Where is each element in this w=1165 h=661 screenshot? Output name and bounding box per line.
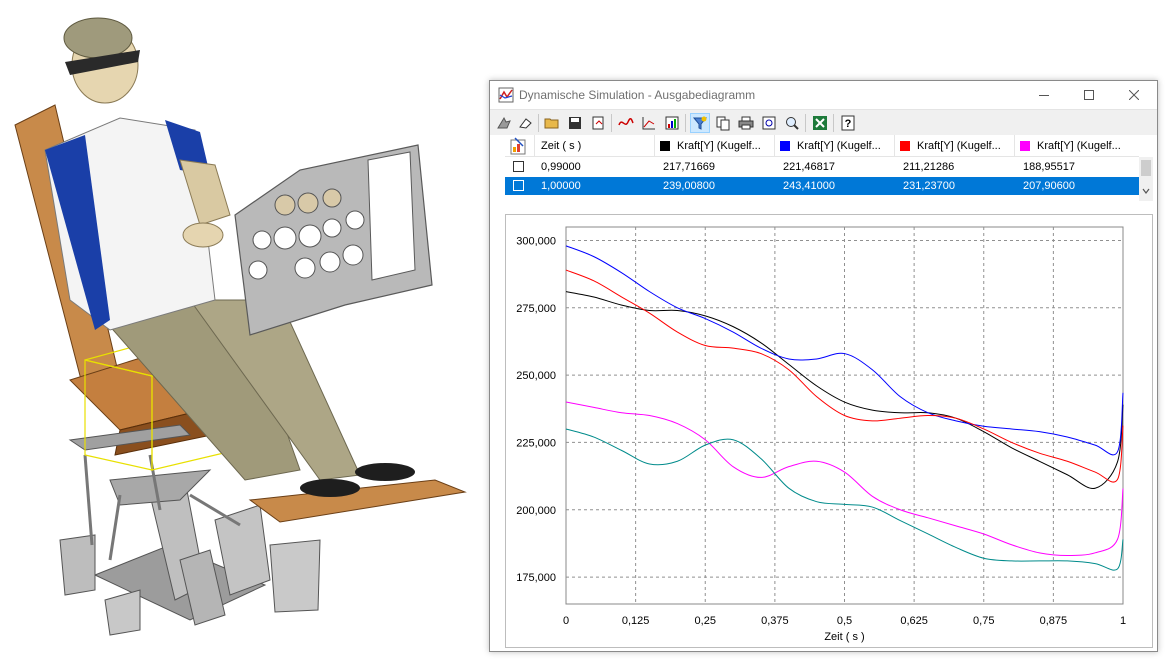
axis-point-icon — [642, 117, 655, 130]
print-button[interactable] — [736, 113, 756, 133]
open-button[interactable] — [542, 113, 562, 133]
eraser-button[interactable] — [515, 113, 535, 133]
zoom-button[interactable] — [782, 113, 802, 133]
excel-export-icon — [813, 116, 827, 130]
column-header-time[interactable]: Zeit ( s ) — [535, 135, 655, 157]
x-tick-label: 0 — [563, 615, 569, 627]
motion-platform — [59, 454, 321, 636]
copy-button[interactable] — [713, 113, 733, 133]
x-axis-label: Zeit ( s ) — [824, 631, 864, 643]
toolbar: ? — [490, 109, 1157, 135]
cell-time: 0,99000 — [541, 161, 581, 173]
x-tick-label: 0,75 — [973, 615, 994, 627]
output-grapher-button[interactable] — [662, 113, 682, 133]
x-tick-label: 0,875 — [1040, 615, 1068, 627]
x-tick-label: 0,125 — [622, 615, 650, 627]
help-icon: ? — [841, 115, 855, 131]
cell-value: 217,71669 — [663, 161, 715, 173]
zoom-fit-icon — [762, 116, 776, 130]
cad-3d-viewport[interactable] — [0, 0, 480, 661]
plot-select-icon — [510, 137, 526, 155]
save-icon — [569, 117, 581, 129]
y-tick-label: 275,000 — [516, 303, 556, 315]
output-grapher-app-icon — [498, 87, 514, 103]
plot-panel[interactable]: 0 0,125 0,25 0,375 0,5 0,625 0,75 0,875 1 175,000… — [505, 214, 1153, 648]
excel-export-button[interactable] — [810, 113, 830, 133]
cell-value: 231,23700 — [903, 180, 955, 192]
series-color-swatch — [900, 141, 910, 151]
export-button[interactable] — [588, 113, 608, 133]
table-row[interactable]: 0,99000 217,71669 221,46817 211,21286 18… — [505, 158, 1139, 176]
x-tick-label: 0,25 — [695, 615, 716, 627]
series-color-swatch — [780, 141, 790, 151]
table-row-selected[interactable]: 1,00000 239,00800 243,41000 231,23700 20… — [505, 177, 1139, 195]
maximize-icon — [1084, 90, 1094, 100]
chevron-down-icon[interactable] — [1142, 187, 1150, 195]
header-select-all[interactable] — [505, 135, 535, 157]
y-tick-label: 225,000 — [516, 437, 556, 449]
output-grapher-window[interactable]: Dynamische Simulation - Ausgabediagramm — [489, 80, 1158, 652]
y-tick-label: 250,000 — [516, 370, 556, 382]
results-table[interactable]: Zeit ( s ) Kraft[Y] (Kugelf... Kraft[Y] … — [505, 135, 1153, 260]
maximize-button[interactable] — [1066, 81, 1112, 109]
close-icon — [1129, 90, 1139, 100]
open-folder-icon — [544, 118, 559, 129]
x-tick-label: 0,375 — [761, 615, 789, 627]
curve-button[interactable] — [616, 113, 636, 133]
assembly-button[interactable] — [494, 113, 514, 133]
copy-icon — [716, 116, 730, 131]
axis-point-button[interactable] — [639, 113, 659, 133]
assembly-icon — [497, 116, 511, 129]
filter-icon — [692, 116, 708, 130]
svg-text:?: ? — [845, 118, 852, 130]
x-tick-label: 0,625 — [900, 615, 928, 627]
column-header-force-4[interactable]: Kraft[Y] (Kugelf... — [1015, 135, 1139, 157]
zoom-icon — [786, 117, 799, 130]
output-grapher-icon — [665, 116, 679, 130]
eraser-icon — [519, 118, 532, 129]
help-button[interactable]: ? — [838, 113, 858, 133]
series-color-swatch — [1020, 141, 1030, 151]
save-button[interactable] — [565, 113, 585, 133]
title-bar[interactable]: Dynamische Simulation - Ausgabediagramm — [490, 81, 1157, 109]
filter-button[interactable] — [690, 113, 710, 133]
column-header-force-3[interactable]: Kraft[Y] (Kugelf... — [895, 135, 1015, 157]
x-tick-label: 0,5 — [837, 615, 852, 627]
instrument-panel — [234, 144, 433, 336]
cell-time: 1,00000 — [541, 180, 581, 192]
cell-value: 188,95517 — [1023, 161, 1075, 173]
column-header-force-1[interactable]: Kraft[Y] (Kugelf... — [655, 135, 775, 157]
y-tick-label: 200,000 — [516, 505, 556, 517]
column-header-force-2[interactable]: Kraft[Y] (Kugelf... — [775, 135, 895, 157]
row-checkbox[interactable] — [513, 161, 524, 172]
cell-value: 207,90600 — [1023, 180, 1075, 192]
y-tick-label: 300,000 — [516, 235, 556, 247]
cell-value: 211,21286 — [903, 161, 955, 173]
row-checkbox[interactable] — [513, 180, 524, 191]
scrollbar-thumb[interactable] — [1141, 160, 1151, 176]
export-icon — [592, 116, 604, 130]
cell-value: 221,46817 — [783, 161, 835, 173]
table-header: Zeit ( s ) Kraft[Y] (Kugelf... Kraft[Y] … — [505, 135, 1139, 157]
vertical-scrollbar[interactable] — [1139, 157, 1153, 201]
minimize-icon — [1039, 95, 1049, 96]
cell-value: 239,00800 — [663, 180, 715, 192]
minimize-button[interactable] — [1021, 81, 1067, 109]
series-color-swatch — [660, 141, 670, 151]
close-button[interactable] — [1111, 81, 1157, 109]
x-tick-label: 1 — [1120, 615, 1126, 627]
print-icon — [738, 116, 754, 130]
zoom-fit-button[interactable] — [759, 113, 779, 133]
curve-icon — [618, 117, 634, 126]
cell-value: 243,41000 — [783, 180, 835, 192]
output-chart[interactable]: 0 0,125 0,25 0,375 0,5 0,625 0,75 0,875 1 175,000… — [506, 215, 1152, 647]
y-tick-label: 175,000 — [516, 572, 556, 584]
window-title: Dynamische Simulation - Ausgabediagramm — [519, 88, 756, 102]
